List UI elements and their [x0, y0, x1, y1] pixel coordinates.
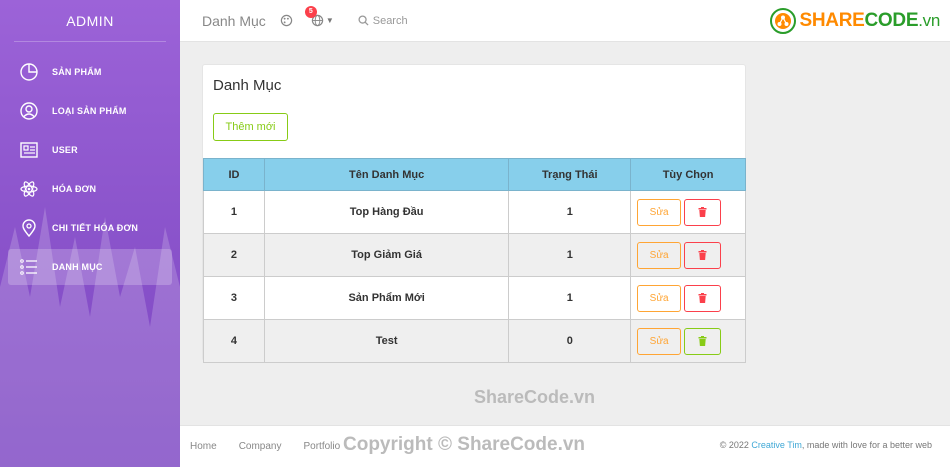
palette-icon [280, 14, 293, 27]
add-new-button[interactable]: Thêm mới [213, 113, 288, 141]
header-name: Tên Danh Mục [263, 158, 510, 191]
footer: Home Company Portfolio Copyright © Share… [180, 425, 950, 467]
footer-links: Home Company Portfolio [190, 441, 362, 452]
copyright-watermark: Copyright © ShareCode.vn [343, 434, 586, 455]
cell-name: Test [263, 319, 510, 363]
cell-id: 3 [203, 276, 265, 320]
map-pin-icon [18, 217, 40, 239]
cell-options: Sửa [630, 190, 746, 234]
edit-button[interactable]: Sửa [637, 284, 682, 312]
delete-button[interactable] [684, 241, 722, 269]
search-label: Search [372, 14, 408, 27]
sidebar-item-chi-tiet-hoa-don[interactable]: CHI TIẾT HÓA ĐƠN [8, 210, 172, 246]
notification-badge: 5 [304, 6, 317, 18]
search-icon [358, 15, 369, 26]
edit-button[interactable]: Sửa [637, 327, 682, 355]
trash-icon [698, 336, 707, 346]
sharecode-logo-icon [769, 8, 796, 34]
sidebar-item-label: DANH MỤC [52, 262, 103, 272]
user-circle-icon [18, 100, 40, 122]
search-button[interactable]: Search [358, 15, 408, 27]
table-row: 1 Top Hàng Đầu 1 Sửa [203, 190, 746, 234]
edit-button[interactable]: Sửa [637, 241, 682, 269]
chevron-down-icon: ▼ [325, 16, 334, 25]
brand-title[interactable]: ADMIN [14, 0, 166, 42]
cell-status: 1 [508, 276, 632, 320]
cell-name: Sản Phẩm Mới [263, 276, 510, 320]
sidebar-item-label: SẢN PHẨM [52, 67, 102, 77]
sidebar-item-label: LOẠI SẢN PHẨM [52, 106, 127, 116]
atom-icon [18, 178, 40, 200]
sidebar-item-danh-muc[interactable]: DANH MỤC [8, 249, 172, 285]
trash-icon [698, 250, 707, 260]
sidebar-item-label: USER [52, 145, 78, 155]
footer-copyright: © 2022 Creative Tim, made with love for … [719, 440, 932, 450]
notifications-button[interactable]: 5 ▼ [304, 6, 334, 27]
sidebar-item-hoa-don[interactable]: HÓA ĐƠN [8, 171, 172, 207]
table-row: 3 Sản Phẩm Mới 1 Sửa [203, 276, 746, 320]
header-status: Trạng Thái [508, 158, 632, 191]
creative-tim-link[interactable]: Creative Tim [751, 440, 802, 450]
cell-id: 1 [203, 190, 265, 234]
footer-link-portfolio[interactable]: Portfolio [304, 441, 341, 452]
footer-link-company[interactable]: Company [239, 441, 282, 452]
cell-status: 0 [508, 319, 632, 363]
delete-button[interactable] [684, 284, 722, 312]
delete-button[interactable] [684, 198, 722, 226]
pie-chart-icon [18, 61, 40, 83]
sidebar-item-label: CHI TIẾT HÓA ĐƠN [52, 223, 139, 233]
page-title[interactable]: Danh Mục [202, 13, 266, 29]
id-card-icon [18, 139, 40, 161]
dashboard-button[interactable] [280, 14, 293, 27]
card-title: Danh Mục [213, 77, 282, 94]
logo-text: SHARECODE.vn [799, 10, 941, 31]
cell-name: Top Giảm Giá [263, 233, 510, 277]
header-options: Tùy Chọn [630, 158, 746, 191]
cell-id: 4 [203, 319, 265, 363]
top-navbar: Danh Mục 5 ▼ Search SHARECODE.vn [180, 0, 950, 42]
sidebar-menu: SẢN PHẨM LOẠI SẢN PHẨM USER HÓA ĐƠN CHI … [0, 54, 180, 285]
category-card: Danh Mục Thêm mới ID Tên Danh Mục Trạng … [202, 64, 746, 363]
table-header-row: ID Tên Danh Mục Trạng Thái Tùy Chọn [203, 158, 746, 191]
sharecode-logo: SHARECODE.vn [769, 8, 941, 34]
cell-name: Top Hàng Đầu [263, 190, 510, 234]
sidebar-item-loai-san-pham[interactable]: LOẠI SẢN PHẨM [8, 93, 172, 129]
sidebar: ADMIN SẢN PHẨM LOẠI SẢN PHẨM USER HÓA ĐƠ… [0, 0, 180, 467]
table-row: 2 Top Giảm Giá 1 Sửa [203, 233, 746, 277]
list-icon [18, 256, 40, 278]
category-table: ID Tên Danh Mục Trạng Thái Tùy Chọn 1 To… [203, 158, 746, 363]
watermark-text: ShareCode.vn [474, 387, 596, 407]
trash-icon [698, 293, 707, 303]
cell-id: 2 [203, 233, 265, 277]
footer-link-home[interactable]: Home [190, 441, 217, 452]
header-id: ID [203, 158, 265, 191]
sidebar-item-label: HÓA ĐƠN [52, 184, 97, 194]
table-row: 4 Test 0 Sửa [203, 319, 746, 363]
cell-status: 1 [508, 190, 632, 234]
trash-icon [698, 207, 707, 217]
cell-options: Sửa [630, 319, 746, 363]
delete-button[interactable] [684, 327, 722, 355]
cell-options: Sửa [630, 233, 746, 277]
cell-status: 1 [508, 233, 632, 277]
edit-button[interactable]: Sửa [637, 198, 682, 226]
sidebar-item-san-pham[interactable]: SẢN PHẨM [8, 54, 172, 90]
sidebar-item-user[interactable]: USER [8, 132, 172, 168]
cell-options: Sửa [630, 276, 746, 320]
